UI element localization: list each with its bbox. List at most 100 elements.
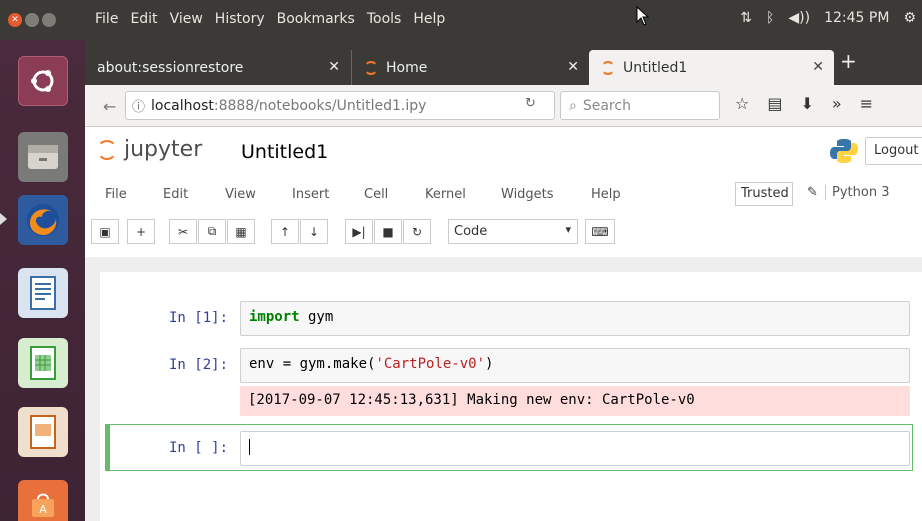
menu-history[interactable]: History	[214, 9, 266, 29]
toolbar-icons: ☆ ▤ ⬇ » ≡	[735, 94, 873, 113]
navigation-bar: ← ⓘ localhost:8888/notebooks/Untitled1.i…	[85, 85, 922, 127]
edit-pencil-icon[interactable]: ✎	[807, 185, 818, 200]
reload-icon[interactable]: ↻	[525, 96, 536, 111]
move-down-icon[interactable]: ↓	[300, 219, 328, 244]
menu-view[interactable]: View	[169, 9, 204, 29]
menu-edit[interactable]: Edit	[129, 9, 158, 29]
menu-tools[interactable]: Tools	[366, 9, 403, 29]
menu-file[interactable]: File	[94, 9, 119, 29]
libreoffice-impress-icon[interactable]	[18, 407, 68, 457]
tab-strip: about:sessionrestore ✕ Home ✕ Untitled1 …	[85, 40, 922, 85]
cell-type-select[interactable]: Code ▾	[448, 219, 578, 244]
minimize-window-button[interactable]	[25, 13, 39, 27]
firefox-icon[interactable]	[18, 195, 68, 245]
save-icon[interactable]: ▣	[91, 219, 119, 244]
settings-gear-icon[interactable]: ⚙	[903, 10, 916, 26]
code-text: gym	[299, 309, 334, 325]
code-cell-input-active[interactable]	[240, 431, 910, 466]
jupyter-page: jupyter Untitled1 Logout File Edit View …	[85, 127, 922, 521]
text-caret	[249, 439, 250, 455]
ubuntu-software-icon[interactable]: A	[18, 480, 68, 521]
cell-type-value: Code	[454, 224, 488, 239]
close-tab-icon[interactable]: ✕	[567, 59, 579, 75]
menu-help[interactable]: Help	[412, 9, 446, 29]
copy-icon[interactable]: ⧉	[198, 219, 226, 244]
jupyter-logo[interactable]: jupyter	[97, 137, 202, 162]
new-tab-button[interactable]: +	[840, 49, 857, 73]
svg-text:A: A	[39, 503, 47, 516]
nb-menu-help[interactable]: Help	[591, 187, 621, 202]
move-up-icon[interactable]: ↑	[271, 219, 299, 244]
jupyter-header: jupyter Untitled1 Logout	[85, 127, 922, 175]
site-info-icon[interactable]: ⓘ	[132, 96, 145, 115]
kernel-indicator: Python 3	[825, 185, 889, 200]
tab-untitled1[interactable]: Untitled1 ✕	[589, 50, 834, 85]
url-host: localhost	[151, 97, 214, 114]
cut-icon[interactable]: ✂	[169, 219, 197, 244]
nb-menu-cell[interactable]: Cell	[364, 187, 388, 202]
cell-prompt: In [ ]:	[169, 440, 229, 456]
nb-menu-edit[interactable]: Edit	[163, 187, 188, 202]
cell-prompt: In [1]:	[169, 310, 229, 326]
paste-icon[interactable]: ▦	[227, 219, 255, 244]
screen: ✕ File Edit View History Bookmarks Tools…	[0, 0, 922, 521]
maximize-window-button[interactable]	[42, 13, 56, 27]
nb-menu-view[interactable]: View	[225, 187, 256, 202]
restart-icon[interactable]: ↻	[403, 219, 431, 244]
insert-cell-icon[interactable]: +	[127, 219, 155, 244]
search-input[interactable]: ⌕ Search	[560, 91, 720, 120]
trusted-indicator[interactable]: Trusted	[735, 182, 793, 206]
notebook-title[interactable]: Untitled1	[241, 141, 328, 163]
tab-label: Untitled1	[623, 59, 688, 76]
run-icon[interactable]: ▶|	[345, 219, 373, 244]
library-icon[interactable]: ▤	[767, 94, 782, 113]
hamburger-menu-icon[interactable]: ≡	[860, 94, 873, 113]
libreoffice-writer-icon[interactable]	[18, 268, 68, 318]
code-cell-input[interactable]: import gym	[240, 301, 910, 336]
menu-bookmarks[interactable]: Bookmarks	[276, 9, 356, 29]
libreoffice-calc-icon[interactable]	[18, 338, 68, 388]
nb-menu-widgets[interactable]: Widgets	[501, 187, 554, 202]
close-tab-icon[interactable]: ✕	[328, 59, 340, 75]
notebook-toolbar: ▣ + ✂ ⧉ ▦ ↑ ↓ ▶| ■ ↻ Code ▾ ⌨	[85, 213, 922, 251]
code-text: env = gym.make(	[249, 356, 376, 372]
volume-icon[interactable]: ◀))	[788, 10, 810, 26]
logout-button[interactable]: Logout	[865, 137, 922, 165]
network-icon[interactable]: ⇅	[740, 10, 752, 26]
launcher: A	[0, 40, 85, 521]
clock[interactable]: 12:45 PM	[824, 10, 889, 26]
jupyter-logo-icon	[97, 139, 117, 160]
nb-menu-file[interactable]: File	[105, 187, 127, 202]
top-panel: ✕ File Edit View History Bookmarks Tools…	[0, 0, 922, 40]
close-tab-icon[interactable]: ✕	[812, 59, 824, 75]
tab-sessionrestore[interactable]: about:sessionrestore ✕	[85, 50, 350, 85]
stop-icon[interactable]: ■	[374, 219, 402, 244]
code-keyword: import	[249, 309, 300, 325]
jupyter-favicon-icon	[364, 60, 378, 75]
overflow-chevron-icon[interactable]: »	[832, 94, 842, 113]
bookmark-star-icon[interactable]: ☆	[735, 94, 749, 113]
search-placeholder: Search	[582, 97, 631, 114]
python-logo-icon	[830, 138, 858, 164]
keyboard-icon[interactable]: ⌨	[585, 219, 615, 244]
url-bar[interactable]: ⓘ localhost:8888/notebooks/Untitled1.ipy	[125, 91, 555, 120]
notebook-menubar: File Edit View Insert Cell Kernel Widget…	[85, 175, 922, 213]
ubuntu-dash-icon[interactable]	[18, 56, 68, 106]
search-icon: ⌕	[569, 97, 577, 114]
bluetooth-icon[interactable]: ᛒ	[766, 10, 774, 26]
back-arrow-icon[interactable]: ←	[103, 97, 116, 116]
dropdown-arrow-icon: ▾	[565, 223, 571, 236]
tab-home[interactable]: Home ✕	[351, 50, 589, 85]
files-icon[interactable]	[18, 132, 68, 182]
cell-prompt: In [2]:	[169, 357, 229, 373]
nb-menu-kernel[interactable]: Kernel	[425, 187, 466, 202]
code-text: )	[485, 356, 494, 372]
downloads-icon[interactable]: ⬇	[800, 94, 813, 113]
app-menubar: File Edit View History Bookmarks Tools H…	[94, 9, 446, 29]
code-cell-input[interactable]: env = gym.make('CartPole-v0')	[240, 348, 910, 383]
window-controls: ✕	[8, 13, 56, 27]
jupyter-logo-text: jupyter	[124, 137, 203, 162]
nb-menu-insert[interactable]: Insert	[292, 187, 329, 202]
close-window-button[interactable]: ✕	[8, 13, 22, 27]
url-path: :8888/notebooks/Untitled1.ipy	[213, 97, 427, 114]
